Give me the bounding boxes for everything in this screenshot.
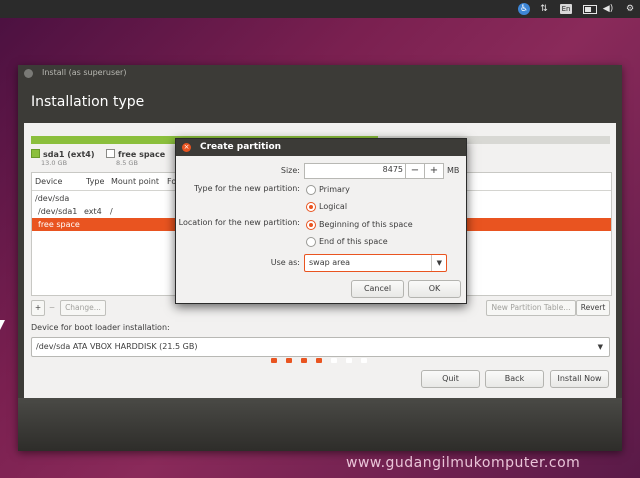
cell-device: /dev/sda bbox=[35, 194, 70, 203]
column-header-type[interactable]: Type bbox=[86, 177, 104, 186]
progress-dot bbox=[271, 358, 277, 363]
add-partition-button[interactable]: + bbox=[31, 300, 45, 316]
progress-strip bbox=[18, 398, 622, 451]
new-partition-table-button[interactable]: New Partition Table... bbox=[486, 300, 576, 316]
size-unit: MB bbox=[447, 166, 460, 175]
use-as-select[interactable]: swap area ▼ bbox=[304, 254, 447, 272]
use-as-value: swap area bbox=[309, 258, 351, 267]
size-spinner[interactable]: 8475 − + bbox=[304, 163, 444, 179]
network-arrows-icon[interactable]: ⇅ bbox=[537, 2, 551, 16]
install-now-button[interactable]: Install Now bbox=[550, 370, 609, 388]
use-as-label: Use as: bbox=[270, 258, 300, 267]
remove-partition-button[interactable]: − bbox=[45, 300, 59, 316]
watermark: www.gudangilmukomputer.com bbox=[346, 455, 581, 471]
progress-dot bbox=[286, 358, 292, 363]
accessibility-icon[interactable]: ♿ bbox=[517, 2, 531, 16]
dialog-title: Create partition bbox=[200, 142, 282, 152]
close-icon[interactable] bbox=[24, 69, 33, 78]
progress-dot bbox=[301, 358, 307, 363]
location-label: Location for the new partition: bbox=[178, 218, 300, 227]
boot-loader-value: /dev/sda ATA VBOX HARDDISK (21.5 GB) bbox=[36, 342, 198, 351]
type-label: Type for the new partition: bbox=[194, 184, 300, 193]
legend-swatch-icon bbox=[31, 149, 40, 158]
cell-type: ext4 bbox=[84, 207, 102, 216]
keyboard-layout-label: En bbox=[559, 4, 573, 14]
size-increment-button[interactable]: + bbox=[424, 164, 443, 178]
quit-button[interactable]: Quit bbox=[421, 370, 480, 388]
progress-dot bbox=[316, 358, 322, 363]
type-logical-label: Logical bbox=[319, 202, 348, 211]
top-panel: ♿ ⇅ En ◀) ⚙ bbox=[0, 0, 640, 18]
dropdown-arrow-icon: ▼ bbox=[430, 255, 442, 271]
mouse-pointer-icon bbox=[0, 320, 5, 330]
battery-icon[interactable] bbox=[582, 2, 598, 16]
legend-sda1-size: 13.0 GB bbox=[41, 159, 68, 167]
legend-free-size: 8.5 GB bbox=[116, 159, 138, 167]
location-end-label: End of this space bbox=[319, 237, 388, 246]
cell-device: free space bbox=[38, 220, 80, 229]
legend-swatch-icon bbox=[106, 149, 115, 158]
size-value: 8475 bbox=[382, 165, 403, 174]
size-decrement-button[interactable]: − bbox=[405, 164, 424, 178]
legend-sda1: sda1 (ext4) 13.0 GB bbox=[31, 149, 95, 167]
volume-icon[interactable]: ◀) bbox=[602, 2, 614, 16]
create-partition-dialog: × Create partition Size: 8475 − + MB Typ… bbox=[175, 138, 467, 304]
dropdown-arrow-icon: ▼ bbox=[597, 343, 603, 351]
gear-icon[interactable]: ⚙ bbox=[624, 2, 636, 16]
location-beginning-label: Beginning of this space bbox=[319, 220, 413, 229]
legend-free-name: free space bbox=[118, 150, 166, 159]
size-label: Size: bbox=[280, 166, 300, 175]
boot-loader-select[interactable]: /dev/sda ATA VBOX HARDDISK (21.5 GB) ▼ bbox=[31, 337, 610, 357]
legend-sda1-name: sda1 (ext4) bbox=[43, 150, 95, 159]
type-primary-label: Primary bbox=[319, 185, 350, 194]
type-primary-radio[interactable] bbox=[306, 185, 316, 195]
ok-button[interactable]: OK bbox=[408, 280, 461, 298]
progress-dot bbox=[361, 358, 367, 363]
progress-dot bbox=[346, 358, 352, 363]
page-header: Installation type bbox=[18, 81, 622, 123]
location-beginning-radio[interactable] bbox=[306, 220, 316, 230]
boot-loader-label: Device for boot loader installation: bbox=[31, 323, 170, 332]
progress-dots bbox=[254, 358, 374, 364]
cell-mount: / bbox=[110, 207, 113, 216]
back-button[interactable]: Back bbox=[485, 370, 544, 388]
legend-free-space: free space 8.5 GB bbox=[106, 149, 165, 167]
revert-button[interactable]: Revert bbox=[576, 300, 610, 316]
column-header-device[interactable]: Device bbox=[35, 177, 62, 186]
window-titlebar: Install (as superuser) bbox=[18, 65, 622, 81]
window-title: Install (as superuser) bbox=[42, 68, 127, 77]
column-header-mount[interactable]: Mount point bbox=[111, 177, 159, 186]
location-end-radio[interactable] bbox=[306, 237, 316, 247]
cell-device: /dev/sda1 bbox=[38, 207, 78, 216]
close-icon[interactable]: × bbox=[182, 143, 191, 152]
progress-dot bbox=[331, 358, 337, 363]
type-logical-radio[interactable] bbox=[306, 202, 316, 212]
cancel-button[interactable]: Cancel bbox=[351, 280, 404, 298]
keyboard-layout-indicator[interactable]: En bbox=[558, 2, 574, 16]
page-title: Installation type bbox=[31, 94, 145, 110]
change-partition-button[interactable]: Change... bbox=[60, 300, 106, 316]
dialog-titlebar: × Create partition bbox=[176, 139, 466, 156]
